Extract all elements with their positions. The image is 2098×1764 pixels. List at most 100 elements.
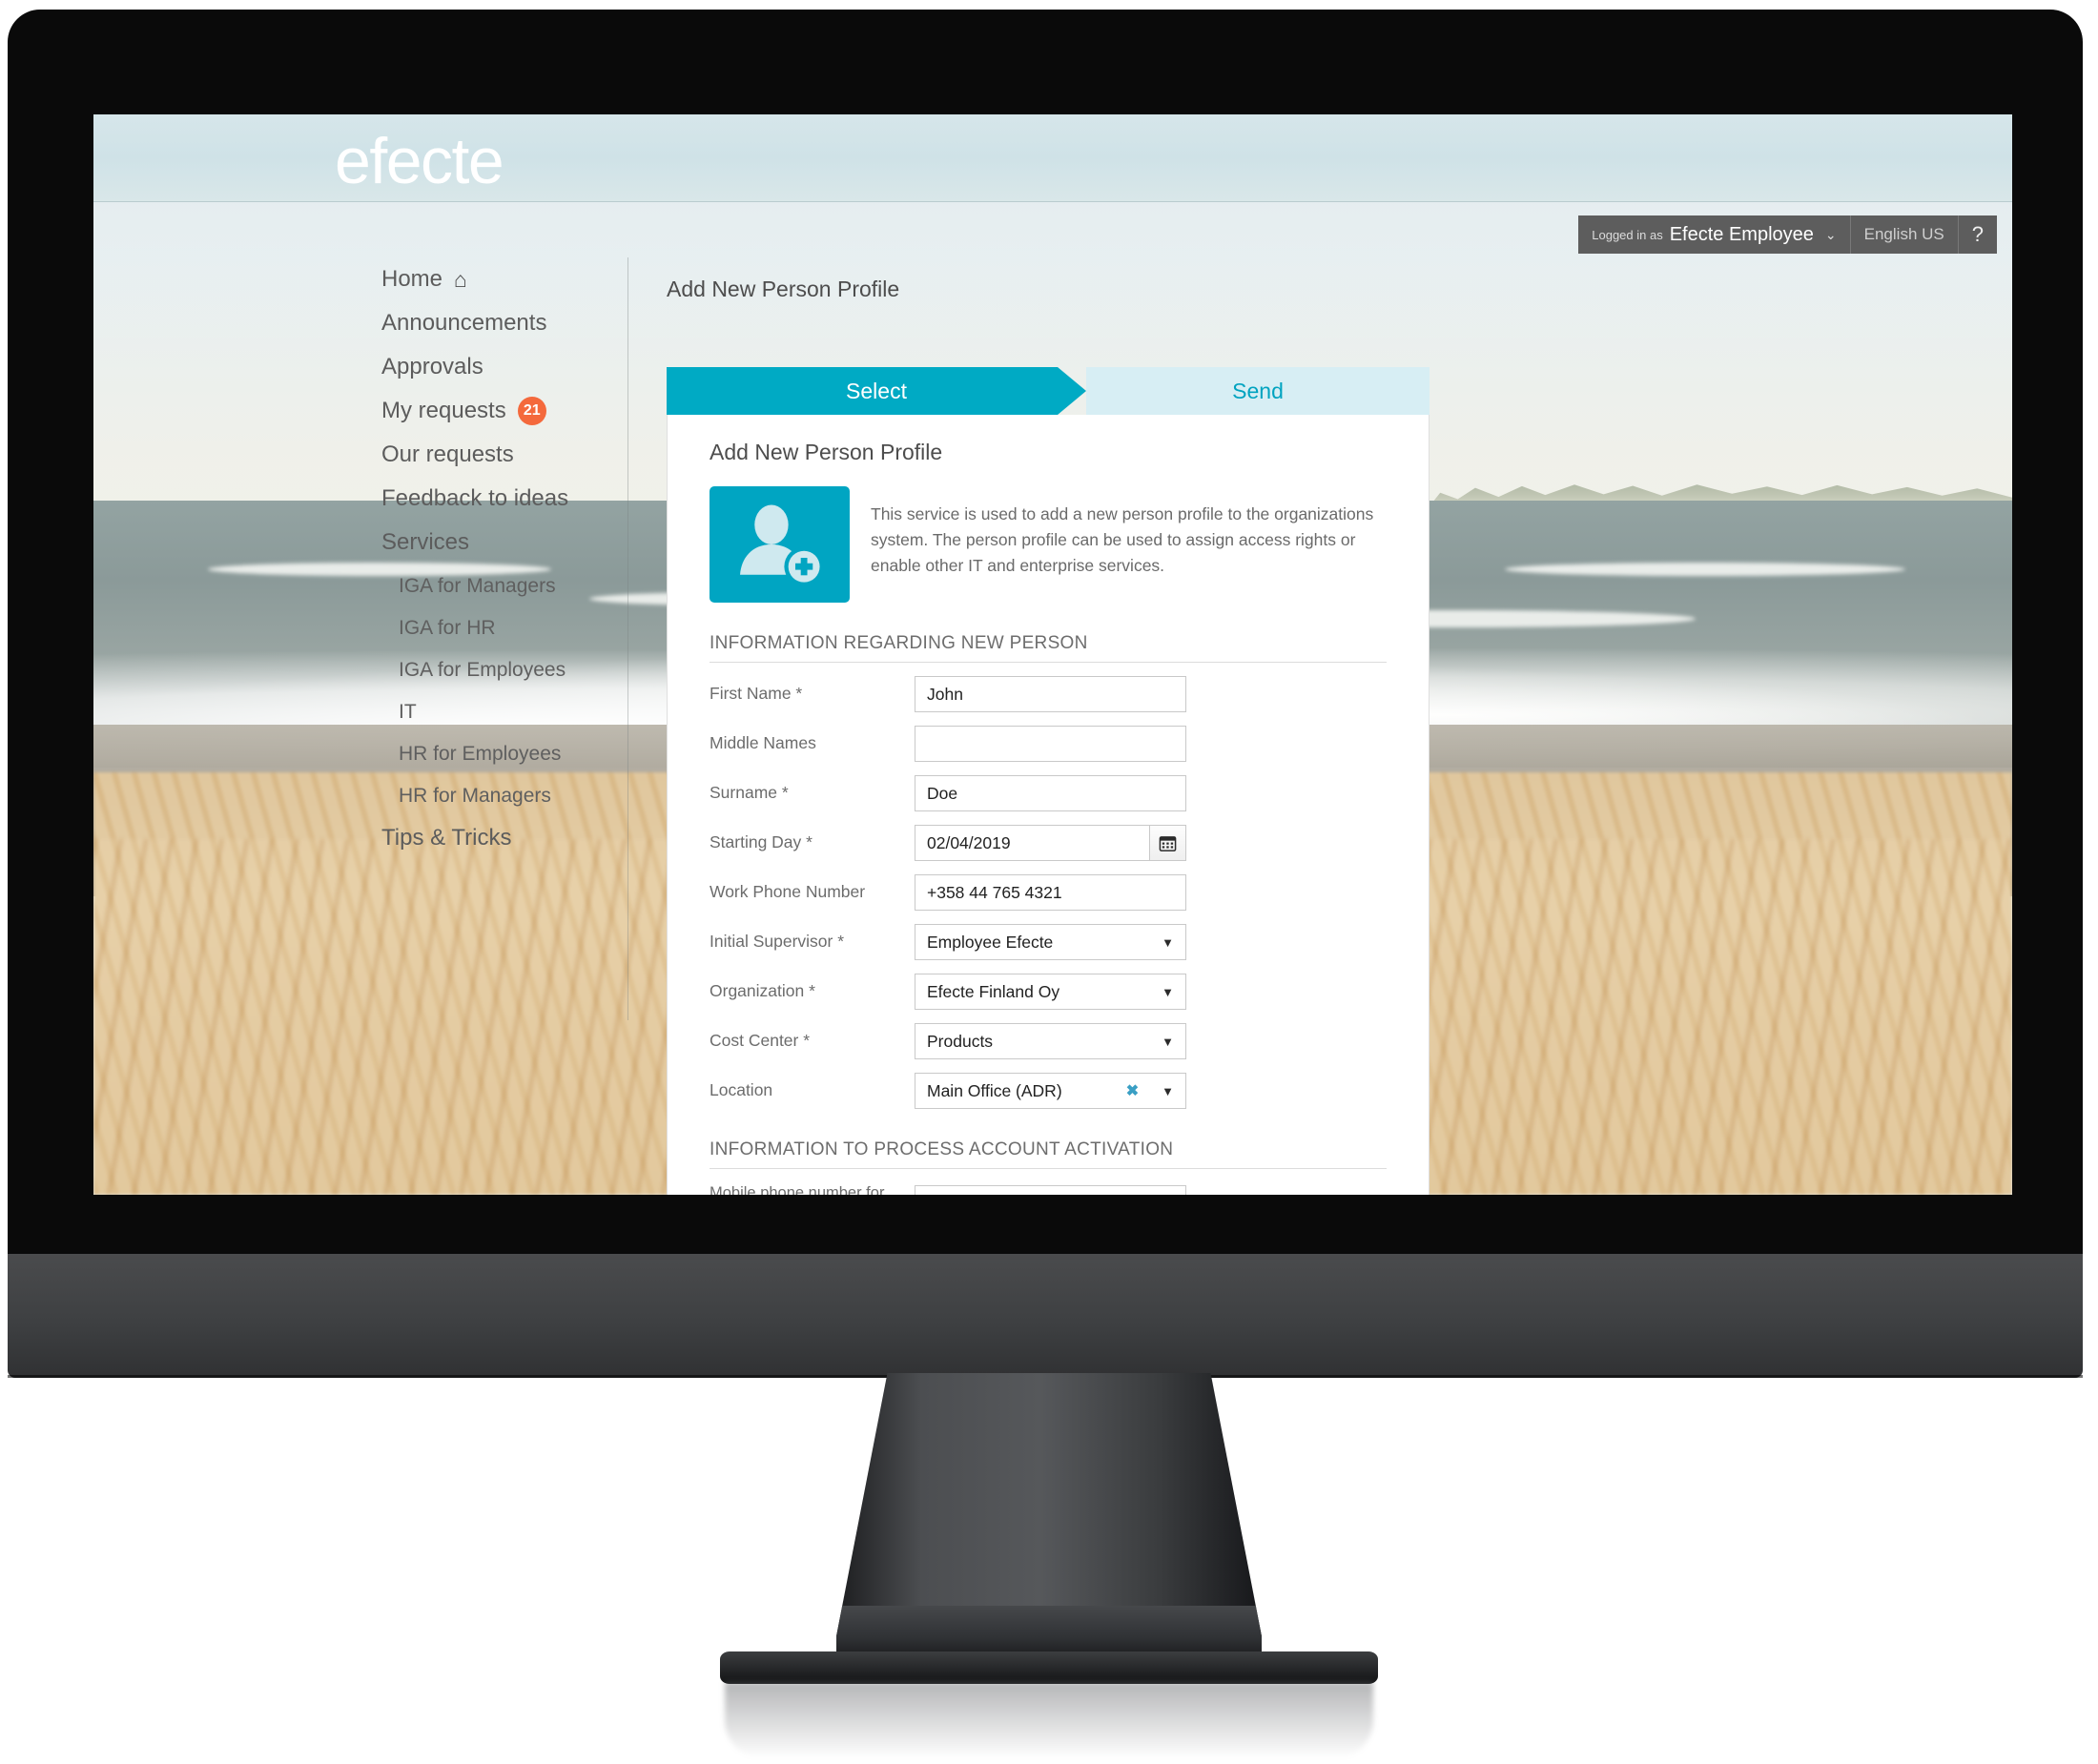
field-row-mobile-phone: Mobile phone number for sending the init… <box>710 1182 1387 1195</box>
sidebar-item-label: IT <box>399 700 417 723</box>
sidebar-item-my-requests[interactable]: My requests 21 <box>380 389 632 433</box>
sidebar-item-our-requests[interactable]: Our requests <box>380 433 632 477</box>
mobile-phone-label: Mobile phone number for sending the init… <box>710 1184 885 1195</box>
starting-day-value: 02/04/2019 <box>927 832 1011 852</box>
supervisor-select[interactable]: Employee Efecte ▼ <box>915 924 1186 960</box>
service-description: This service is used to add a new person… <box>871 504 1374 576</box>
surname-input[interactable]: Doe <box>915 775 1186 811</box>
sidebar-item-announcements[interactable]: Announcements <box>380 301 632 345</box>
field-row-work-phone: Work Phone Number +358 44 765 4321 <box>710 874 1387 911</box>
starting-day-input[interactable]: 02/04/2019 <box>915 825 1186 861</box>
sidebar-item-label: Tips & Tricks <box>381 825 512 851</box>
starting-day-label: Starting Day * <box>710 832 812 852</box>
field-row-first-name: First Name * John <box>710 676 1387 712</box>
middle-names-input[interactable] <box>915 726 1186 762</box>
sidebar-item-label: IGA for Managers <box>399 574 556 597</box>
supervisor-label: Initial Supervisor * <box>710 932 845 952</box>
calendar-icon[interactable] <box>1149 826 1185 860</box>
sidebar-item-label: Home <box>381 266 443 292</box>
organization-select[interactable]: Efecte Finland Oy ▼ <box>915 974 1186 1010</box>
monitor-bezel: efecte Logged in as Efecte Employee ⌄ En… <box>8 10 2083 1259</box>
sidebar-item-label: Services <box>381 529 470 555</box>
user-menu[interactable]: Logged in as Efecte Employee ⌄ <box>1578 215 1849 254</box>
wizard-step-send[interactable]: Send <box>1086 367 1430 415</box>
first-name-input[interactable]: John <box>915 676 1186 712</box>
sidebar-item-iga-for-hr[interactable]: IGA for HR <box>380 606 632 648</box>
sidebar-item-label: HR for Managers <box>399 784 551 807</box>
application-window: efecte Logged in as Efecte Employee ⌄ En… <box>93 114 2012 1195</box>
chevron-down-icon: ⌄ <box>1824 226 1837 242</box>
work-phone-label: Work Phone Number <box>710 882 866 902</box>
panel-heading: Add New Person Profile <box>710 440 943 464</box>
sidebar-item-label: IGA for HR <box>399 616 496 639</box>
section-title-account: INFORMATION TO PROCESS ACCOUNT ACTIVATIO… <box>710 1139 1387 1169</box>
monitor-screen: efecte Logged in as Efecte Employee ⌄ En… <box>93 114 2012 1195</box>
cost-center-label: Cost Center * <box>710 1031 811 1051</box>
location-label: Location <box>710 1080 773 1100</box>
middle-names-label: Middle Names <box>710 733 816 753</box>
monitor-reflection <box>725 1682 1373 1758</box>
sidebar-item-label: Our requests <box>381 441 514 467</box>
sidebar-item-label: Feedback to ideas <box>381 485 569 511</box>
location-value: Main Office (ADR) <box>927 1080 1062 1100</box>
wizard-step-select[interactable]: Select <box>667 367 1086 415</box>
work-phone-input[interactable]: +358 44 765 4321 <box>915 874 1186 911</box>
sidebar-item-home[interactable]: Home ⌂ <box>380 257 632 301</box>
field-row-supervisor: Initial Supervisor * Employee Efecte ▼ <box>710 924 1387 960</box>
sidebar-item-label: My requests <box>381 398 506 423</box>
field-row-organization: Organization * Efecte Finland Oy ▼ <box>710 974 1387 1010</box>
surname-label: Surname * <box>710 783 789 803</box>
sidebar-item-hr-for-managers[interactable]: HR for Managers <box>380 774 632 816</box>
cost-center-select[interactable]: Products ▼ <box>915 1023 1186 1059</box>
service-form-panel: Add New Person Profile This service is u… <box>667 415 1430 1195</box>
efecte-logo[interactable]: efecte <box>335 124 504 198</box>
logged-in-label: Logged in as <box>1592 227 1663 242</box>
organization-label: Organization * <box>710 981 815 1001</box>
language-selector[interactable]: English US <box>1851 215 1958 254</box>
supervisor-value: Employee Efecte <box>927 932 1054 952</box>
field-row-middle-names: Middle Names <box>710 726 1387 762</box>
organization-value: Efecte Finland Oy <box>927 981 1060 1001</box>
status-badge: 21 <box>517 397 546 425</box>
help-icon[interactable]: ? <box>1959 215 1997 254</box>
page-title: Add New Person Profile <box>667 277 900 301</box>
user-bar: Logged in as Efecte Employee ⌄ English U… <box>1578 215 1997 254</box>
sidebar-item-it[interactable]: IT <box>380 690 632 732</box>
cost-center-value: Products <box>927 1031 994 1051</box>
sidebar-item-iga-for-managers[interactable]: IGA for Managers <box>380 564 632 606</box>
field-row-starting-day: Starting Day * 02/04/2019 <box>710 825 1387 861</box>
sidebar-item-iga-for-employees[interactable]: IGA for Employees <box>380 648 632 690</box>
sidebar-item-tips-and-tricks[interactable]: Tips & Tricks <box>380 816 632 860</box>
monitor-stand-base <box>720 1651 1378 1684</box>
monitor-scene: efecte Logged in as Efecte Employee ⌄ En… <box>0 0 2098 1764</box>
field-row-surname: Surname * Doe <box>710 775 1387 811</box>
sidebar-item-label: Announcements <box>381 310 547 336</box>
chevron-down-icon: ▼ <box>1162 984 1174 999</box>
service-summary-row: This service is used to add a new person… <box>710 486 1387 603</box>
monitor-stand-neck <box>836 1373 1262 1659</box>
sidebar-navigation: Home ⌂ Announcements Approvals My reques… <box>380 257 632 860</box>
home-icon: ⌂ <box>454 266 467 292</box>
sidebar-item-label: HR for Employees <box>399 742 562 765</box>
wizard-steps: Select Send <box>667 367 1430 415</box>
sidebar-item-hr-for-employees[interactable]: HR for Employees <box>380 732 632 774</box>
sidebar-item-label: IGA for Employees <box>399 658 566 681</box>
chevron-down-icon: ▼ <box>1162 1034 1174 1049</box>
brand-bar: efecte <box>93 114 2012 202</box>
sidebar-item-feedback-to-ideas[interactable]: Feedback to ideas <box>380 477 632 521</box>
first-name-label: First Name * <box>710 684 803 704</box>
location-select[interactable]: Main Office (ADR) ✖ ▼ <box>915 1073 1186 1109</box>
field-row-cost-center: Cost Center * Products ▼ <box>710 1023 1387 1059</box>
monitor-chin <box>8 1254 2083 1378</box>
sidebar-item-label: Approvals <box>381 354 483 379</box>
sidebar-item-services[interactable]: Services <box>380 521 632 564</box>
chevron-down-icon: ▼ <box>1162 934 1174 950</box>
add-person-icon <box>710 486 850 603</box>
field-row-location: Location Main Office (ADR) ✖ ▼ <box>710 1073 1387 1109</box>
clear-x-icon[interactable]: ✖ <box>1126 1081 1139 1100</box>
chevron-down-icon: ▼ <box>1162 1083 1174 1098</box>
section-title-person: INFORMATION REGARDING NEW PERSON <box>710 633 1387 663</box>
sidebar-item-approvals[interactable]: Approvals <box>380 345 632 389</box>
logged-in-user: Efecte Employee <box>1669 223 1814 245</box>
mobile-phone-input[interactable]: +358 44 123 4567 <box>915 1185 1186 1195</box>
